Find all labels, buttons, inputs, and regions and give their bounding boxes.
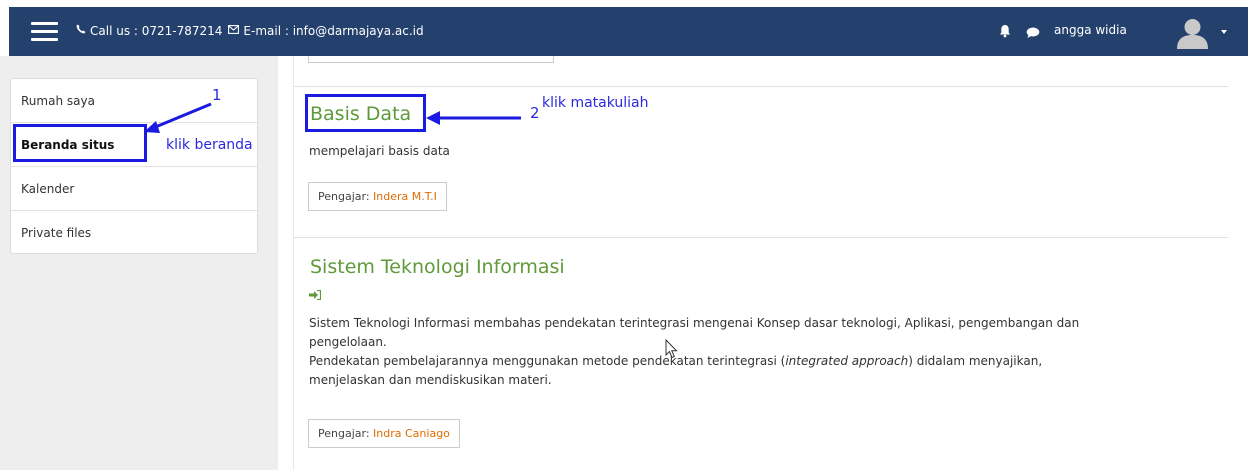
sidebar-item-private-files[interactable]: Private files bbox=[11, 211, 257, 255]
annotation-arrowhead bbox=[426, 111, 440, 125]
summary-line: Pendekatan pembelajarannya menggunakan m… bbox=[309, 354, 1043, 368]
teacher-link[interactable]: Indera M.T.I bbox=[373, 190, 437, 203]
hamburger-menu-icon[interactable] bbox=[31, 22, 58, 41]
bell-icon[interactable] bbox=[999, 23, 1011, 42]
previous-teacher-box bbox=[308, 56, 554, 63]
teacher-box: Pengajar: Indera M.T.I bbox=[308, 182, 447, 211]
teacher-label: Pengajar: bbox=[318, 190, 370, 203]
username[interactable]: angga widia bbox=[1054, 23, 1127, 37]
main-left-border bbox=[293, 56, 294, 470]
top-navbar: Call us : 0721-787214 E-mail : info@darm… bbox=[9, 7, 1248, 56]
course-title-sistem-teknologi-informasi[interactable]: Sistem Teknologi Informasi bbox=[310, 256, 565, 278]
summary-line: pengelolaan. bbox=[309, 335, 387, 349]
contact-email: E-mail : info@darmajaya.ac.id bbox=[243, 24, 424, 38]
mouse-cursor-icon bbox=[665, 338, 679, 363]
enrol-icon bbox=[309, 285, 322, 304]
summary-line: Sistem Teknologi Informasi membahas pend… bbox=[309, 316, 1080, 330]
user-avatar-icon[interactable] bbox=[1176, 16, 1209, 49]
course-summary: Sistem Teknologi Informasi membahas pend… bbox=[309, 314, 1219, 390]
contact-phone: Call us : 0721-787214 bbox=[90, 24, 223, 38]
annotation-label: klik matakuliah bbox=[542, 95, 649, 111]
annotation-number: 2 bbox=[530, 104, 540, 122]
summary-line: menjelaskan dan mendiskusikan materi. bbox=[309, 373, 552, 387]
sidebar-item-kalender[interactable]: Kalender bbox=[11, 167, 257, 211]
annotation-label: klik beranda bbox=[166, 137, 253, 153]
chat-icon[interactable] bbox=[1026, 24, 1040, 43]
course-divider bbox=[294, 237, 1228, 238]
email-icon bbox=[228, 23, 240, 39]
caret-down-icon[interactable] bbox=[1221, 30, 1227, 34]
teacher-box: Pengajar: Indra Caniago bbox=[308, 419, 460, 448]
teacher-link[interactable]: Indra Caniago bbox=[373, 427, 450, 440]
contact-info: Call us : 0721-787214 E-mail : info@darm… bbox=[76, 23, 424, 39]
annotation-box-beranda bbox=[13, 124, 147, 162]
teacher-label: Pengajar: bbox=[318, 427, 370, 440]
course-divider bbox=[294, 86, 1228, 87]
phone-icon bbox=[76, 23, 86, 39]
annotation-number: 1 bbox=[212, 86, 222, 104]
sidebar-navigation: Rumah saya Beranda situs Kalender Privat… bbox=[10, 78, 258, 254]
annotation-box-basis-data bbox=[305, 94, 426, 132]
course-summary: mempelajari basis data bbox=[309, 144, 450, 158]
